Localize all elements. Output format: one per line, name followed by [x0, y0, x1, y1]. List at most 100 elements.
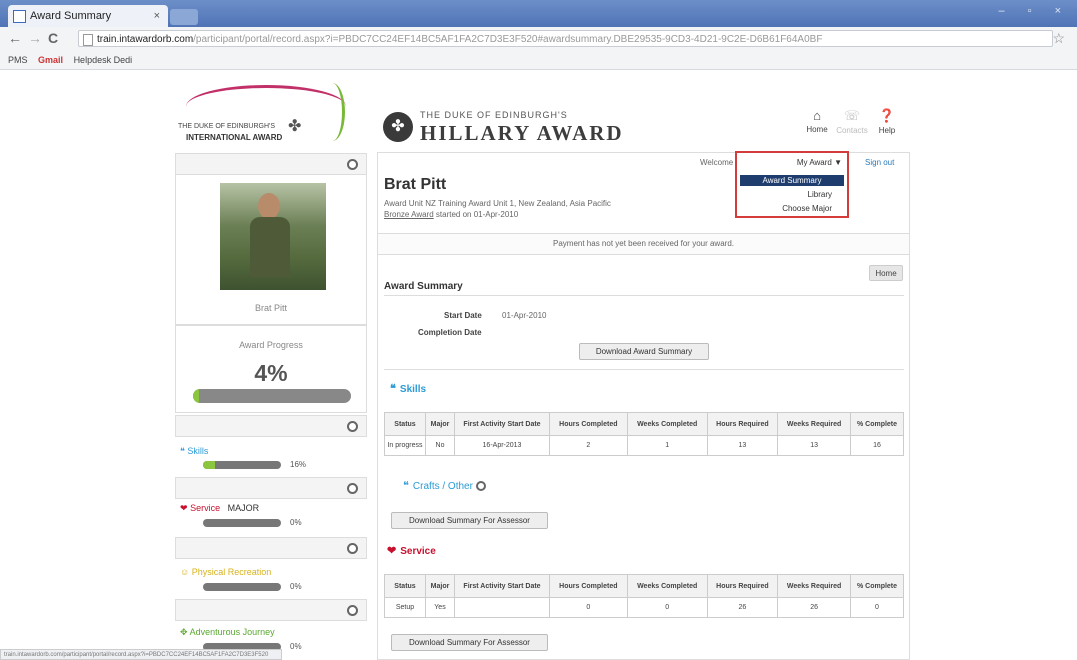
physical-panel-header — [175, 537, 367, 559]
col-weeks-completed: Weeks Completed — [626, 574, 708, 598]
cell-hours-required: 13 — [706, 435, 779, 456]
service-panel-header — [175, 477, 367, 499]
sidebar-physical-label: Physical Recreation — [191, 567, 272, 577]
skills-heading-label: Skills — [399, 384, 427, 395]
logo-swoosh — [320, 83, 345, 141]
sidebar-item-skills[interactable]: ❝ Skills — [180, 446, 208, 457]
menu-item-choose-major[interactable]: Choose Major — [740, 204, 844, 213]
bookmark-helpdesk[interactable]: Helpdesk Dedi — [74, 55, 133, 65]
award-progress-percent: 4% — [254, 360, 288, 386]
sign-out-link[interactable]: Sign out — [865, 158, 894, 167]
cell-hours-completed: 0 — [549, 597, 628, 618]
sidebar-item-service[interactable]: ❤ Service MAJOR — [180, 503, 259, 514]
download-assessor-summary-button[interactable]: Download Summary For Assessor — [391, 512, 548, 529]
nav-contacts[interactable]: ☏ Contacts — [834, 108, 870, 135]
nav-contacts-label: Contacts — [836, 126, 868, 135]
physical-icon: ☺ — [180, 567, 190, 577]
browser-tab[interactable]: Award Summary × — [8, 5, 168, 27]
col-hours-completed: Hours Completed — [549, 574, 628, 598]
col-percent-complete: % Complete — [850, 574, 904, 598]
physical-percent: 0% — [290, 582, 302, 591]
crafts-section-heading[interactable]: ❝ Crafts / Other — [403, 479, 486, 492]
my-award-toggle[interactable]: My Award ▼ — [767, 158, 842, 167]
contacts-icon: ☏ — [843, 108, 861, 123]
sidebar-skills-label: Skills — [187, 446, 209, 456]
left-logo-line1: THE DUKE OF EDINBURGH'S — [178, 123, 276, 130]
menu-item-library[interactable]: Library — [740, 190, 844, 199]
skills-percent: 16% — [290, 460, 307, 469]
nav-home[interactable]: ⌂ Home — [799, 108, 835, 134]
bronze-award-link[interactable]: Bronze Award — [384, 210, 434, 219]
cell-weeks-completed: 0 — [626, 597, 708, 618]
completion-date-label: Completion Date — [418, 328, 482, 337]
cell-weeks-required: 13 — [777, 435, 851, 456]
start-date-value: 01-Apr-2010 — [502, 311, 547, 320]
major-tag: MAJOR — [227, 503, 260, 513]
crafts-icon: ❝ — [403, 480, 409, 492]
service-icon: ❤ — [387, 545, 397, 557]
address-bar[interactable]: train.intawardorb.com/participant/portal… — [78, 30, 1053, 47]
sidebar-item-journey[interactable]: ✥ Adventurous Journey — [180, 627, 275, 638]
journey-panel-header — [175, 599, 367, 621]
payment-notice: Payment has not yet been received for yo… — [378, 233, 909, 255]
menu-item-award-summary[interactable]: Award Summary — [740, 175, 844, 186]
browser-toolbar: ← → C train.intawardorb.com/participant/… — [0, 27, 1077, 52]
col-weeks-required: Weeks Required — [777, 412, 851, 436]
profile-card: Brat Pitt — [175, 175, 367, 325]
gear-icon[interactable] — [347, 605, 358, 616]
award-unit: Award Unit NZ Training Award Unit 1, New… — [384, 199, 611, 208]
download-award-summary-button[interactable]: Download Award Summary — [579, 343, 709, 360]
cell-hours-required: 26 — [706, 597, 779, 618]
tab-title: Award Summary — [30, 10, 112, 22]
back-arrow-icon[interactable]: ← — [8, 30, 22, 46]
help-icon: ❓ — [878, 108, 896, 123]
cell-status: Setup — [384, 597, 426, 618]
cell-weeks-completed: 1 — [626, 435, 708, 456]
international-award-logo[interactable]: ✤ THE DUKE OF EDINBURGH'S INTERNATIONAL … — [170, 83, 355, 143]
journey-percent: 0% — [290, 642, 302, 651]
bookmark-pms[interactable]: PMS — [8, 55, 28, 65]
gear-icon[interactable] — [347, 483, 358, 494]
nav-help[interactable]: ❓ Help — [869, 108, 905, 135]
cell-percent-complete: 0 — [850, 597, 904, 618]
skills-table: Status Major First Activity Start Date H… — [384, 412, 904, 456]
cell-major: Yes — [425, 597, 455, 618]
cell-percent-complete: 16 — [850, 435, 904, 456]
cell-weeks-required: 26 — [777, 597, 851, 618]
bookmark-star-icon[interactable]: ☆ — [1052, 30, 1065, 47]
my-award-menu[interactable]: My Award ▼ Award Summary Library Choose … — [735, 151, 849, 218]
gear-icon[interactable] — [347, 543, 358, 554]
table-row[interactable]: In progress No 16-Apr-2013 2 1 13 13 16 — [384, 435, 904, 456]
window-controls[interactable]: – ▫ × — [998, 5, 1071, 17]
skills-icon: ❝ — [390, 383, 396, 395]
home-button[interactable]: Home — [869, 265, 903, 281]
col-hours-required: Hours Required — [706, 412, 779, 436]
col-weeks-required: Weeks Required — [777, 574, 851, 598]
photo-body — [250, 217, 290, 277]
col-major: Major — [425, 412, 455, 436]
download-assessor-summary-button[interactable]: Download Summary For Assessor — [391, 634, 548, 651]
col-first-activity: First Activity Start Date — [454, 412, 550, 436]
service-progress-bar — [203, 519, 281, 527]
gear-icon[interactable] — [347, 421, 358, 432]
bookmark-gmail[interactable]: Gmail — [38, 55, 63, 65]
gear-icon[interactable] — [347, 159, 358, 170]
skills-panel-header — [175, 415, 367, 437]
sidebar-item-physical[interactable]: ☺ Physical Recreation — [180, 567, 271, 577]
service-heading-label: Service — [400, 546, 436, 557]
table-row[interactable]: Setup Yes 0 0 26 26 0 — [384, 597, 904, 618]
reload-icon[interactable]: C — [48, 30, 58, 46]
award-progress-card: Award Progress 4% — [175, 325, 367, 413]
col-first-activity: First Activity Start Date — [454, 574, 550, 598]
tab-close-icon[interactable]: × — [154, 5, 160, 27]
forward-arrow-icon[interactable]: → — [28, 30, 42, 46]
award-summary-heading: Award Summary — [384, 281, 463, 292]
divider — [384, 369, 904, 370]
service-table: Status Major First Activity Start Date H… — [384, 574, 904, 618]
profile-panel-header — [175, 153, 367, 175]
sidebar-journey-label: Adventurous Journey — [189, 627, 275, 637]
gear-icon[interactable] — [475, 481, 486, 492]
award-level-line: Bronze Award started on 01-Apr-2010 — [384, 210, 518, 219]
new-tab-button[interactable] — [170, 9, 198, 25]
hillary-logo-title[interactable]: HILLARY AWARD — [420, 121, 624, 146]
